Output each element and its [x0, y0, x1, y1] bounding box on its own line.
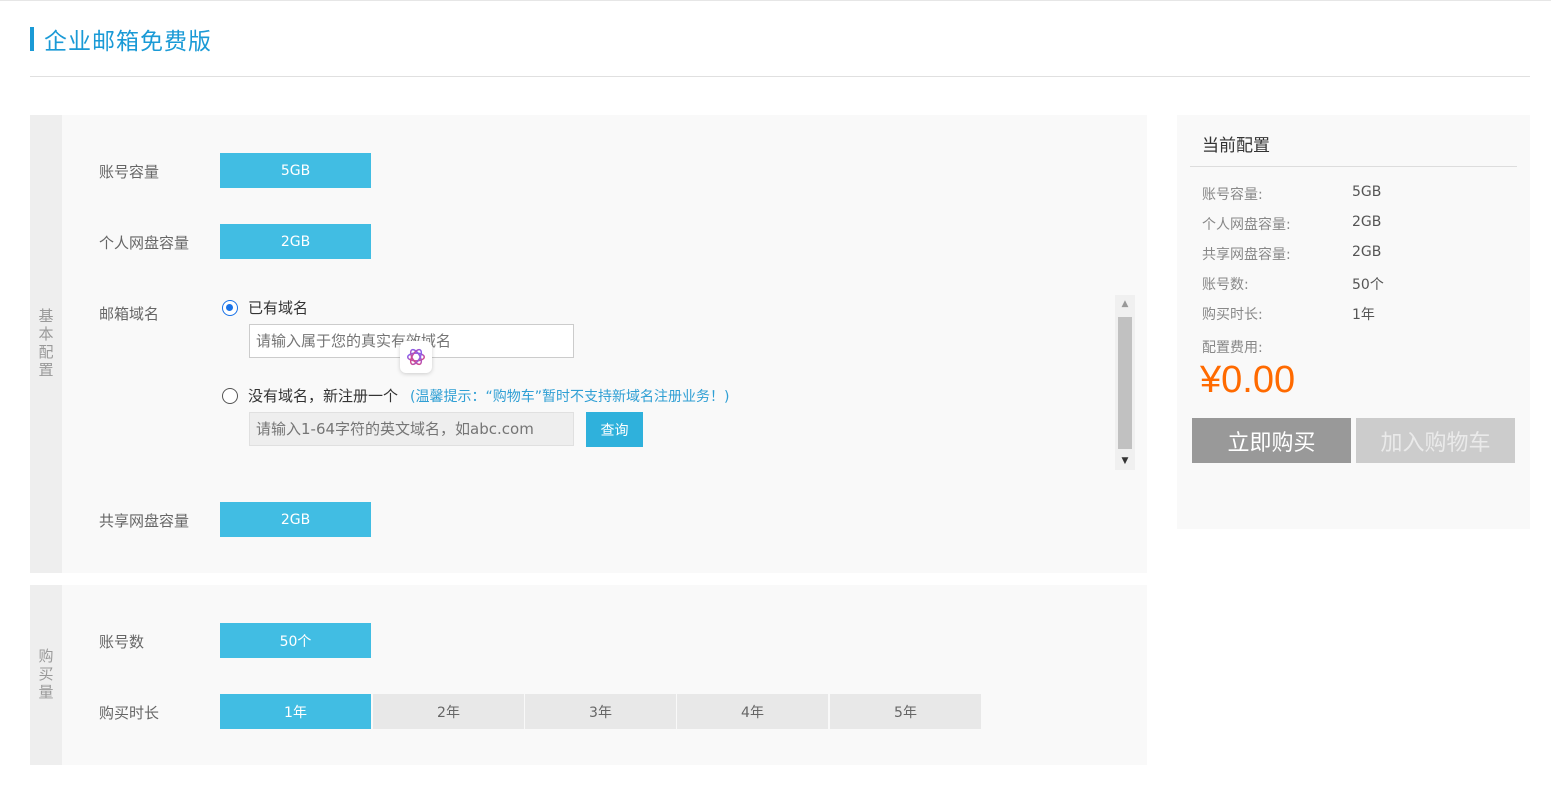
page-title-text: 企业邮箱免费版 [44, 29, 212, 55]
new-domain-radio[interactable] [222, 387, 238, 404]
duration-label: 购买时长 [99, 704, 160, 722]
purchase-quantity-section: 购买量 账号数 50个 购买时长 1年 2年 3年 4年 5年 [30, 585, 1147, 765]
shared-disk-label: 共享网盘容量 [99, 512, 190, 530]
personal-disk-option[interactable]: 2GB [220, 224, 371, 259]
duration-option-3[interactable]: 3年 [525, 694, 676, 729]
account-count-label: 账号数 [99, 633, 145, 651]
summary-row: 个人网盘容量: 2GB [1202, 214, 1382, 233]
panel-divider [1190, 166, 1517, 167]
purchase-quantity-side-label: 购买量 [30, 585, 62, 765]
shared-disk-option[interactable]: 2GB [220, 502, 371, 537]
duration-option-4[interactable]: 4年 [677, 694, 828, 729]
summary-row: 共享网盘容量: 2GB [1202, 244, 1382, 263]
domain-scrollbar[interactable]: ▲ ▼ [1115, 295, 1135, 470]
current-config-panel: 当前配置 账号容量: 5GB 个人网盘容量: 2GB 共享网盘容量: 2GB 账… [1177, 115, 1530, 529]
title-divider [30, 76, 1530, 77]
scrollbar-thumb[interactable] [1118, 317, 1132, 449]
new-domain-input[interactable] [249, 412, 574, 446]
summary-row: 账号容量: 5GB [1202, 184, 1382, 203]
basic-config-side-label: 基本配置 [30, 115, 62, 573]
personal-disk-label: 个人网盘容量 [99, 234, 190, 252]
account-capacity-option[interactable]: 5GB [220, 153, 371, 188]
basic-config-section: 基本配置 账号容量 5GB 个人网盘容量 2GB 邮箱域名 已有域名 没有域名，… [30, 115, 1147, 573]
add-to-cart-button[interactable]: 加入购物车 [1356, 418, 1515, 463]
price-value: ¥0.00 [1200, 359, 1296, 401]
existing-domain-radio-row[interactable]: 已有域名 [222, 297, 308, 318]
cart-hint-text: (温馨提示：“购物车”暂时不支持新域名注册业务！) [410, 388, 730, 405]
account-capacity-label: 账号容量 [99, 163, 160, 181]
ai-assistant-icon[interactable] [400, 341, 432, 373]
title-accent-bar [30, 27, 34, 51]
cost-label: 配置费用: [1202, 340, 1263, 356]
page-title: 企业邮箱免费版 [30, 25, 212, 55]
duration-option-5[interactable]: 5年 [830, 694, 981, 729]
existing-domain-radio[interactable] [222, 299, 238, 316]
scroll-down-arrow-icon[interactable]: ▼ [1115, 452, 1135, 470]
account-count-option[interactable]: 50个 [220, 623, 371, 658]
scroll-up-arrow-icon[interactable]: ▲ [1115, 295, 1135, 313]
duration-option-2[interactable]: 2年 [373, 694, 524, 729]
summary-row: 购买时长: 1年 [1202, 307, 1375, 323]
buy-now-button[interactable]: 立即购买 [1192, 418, 1351, 463]
new-domain-radio-label: 没有域名，新注册一个 [248, 387, 399, 405]
summary-row: 账号数: 50个 [1202, 277, 1384, 293]
current-config-title: 当前配置 [1202, 136, 1270, 156]
existing-domain-radio-label: 已有域名 [248, 299, 309, 317]
mail-domain-label: 邮箱域名 [99, 305, 160, 323]
duration-option-1[interactable]: 1年 [220, 694, 371, 729]
domain-query-button[interactable]: 查询 [586, 412, 643, 447]
new-domain-radio-row[interactable]: 没有域名，新注册一个 (温馨提示：“购物车”暂时不支持新域名注册业务！) [222, 385, 729, 406]
